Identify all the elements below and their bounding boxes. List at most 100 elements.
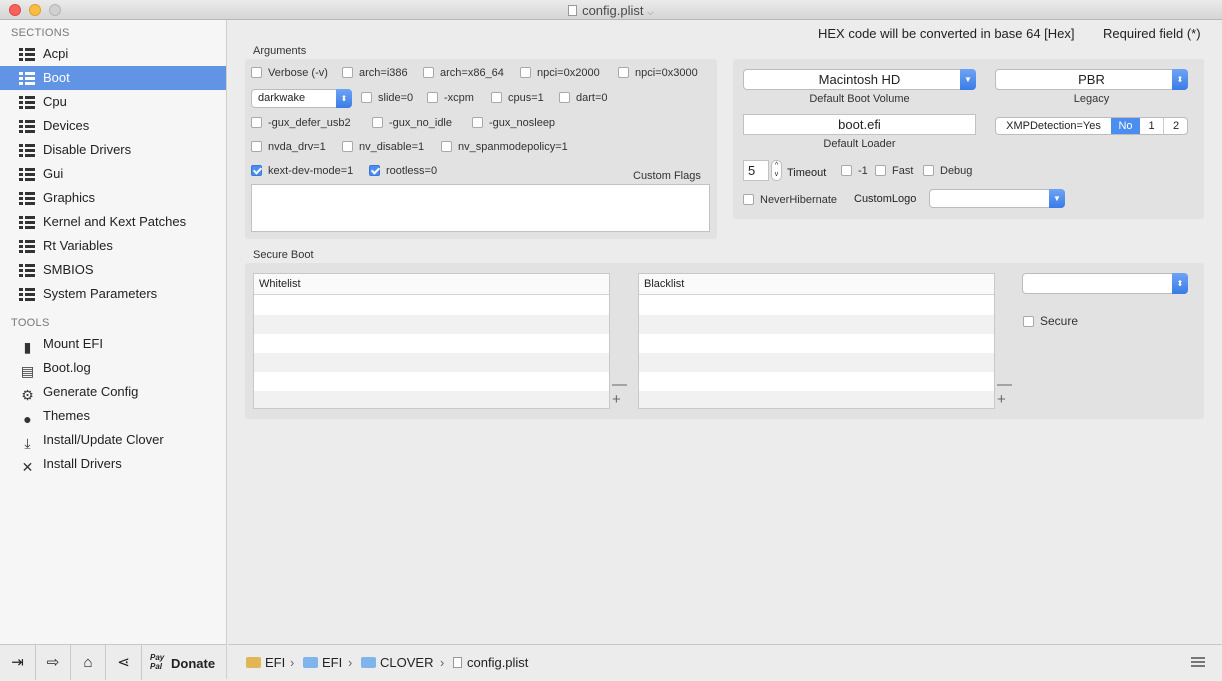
list-icon: [19, 144, 35, 157]
legacy-popup[interactable]: PBR ⬍: [995, 69, 1188, 90]
checkbox-arch-i386[interactable]: arch=i386: [342, 66, 408, 80]
whitelist-remove-button[interactable]: —: [612, 377, 627, 392]
checkbox-arch-x86-64[interactable]: arch=x86_64: [423, 66, 504, 80]
export-button[interactable]: ⇨: [36, 645, 71, 680]
xmp-option-no[interactable]: No: [1111, 118, 1140, 134]
tool-mount-efi[interactable]: ▮ Mount EFI: [0, 332, 226, 356]
blacklist-rows: [639, 296, 994, 408]
secure-boot-group: Whitelist — + Blacklist — + ⬍ Secure: [245, 263, 1204, 419]
export-icon: ⇨: [46, 654, 60, 671]
sidebar-item-acpi[interactable]: Acpi: [0, 42, 226, 66]
secure-boot-label: Secure Boot: [253, 249, 314, 261]
sidebar-item-disable-drivers[interactable]: Disable Drivers: [0, 138, 226, 162]
blacklist-table[interactable]: Blacklist: [638, 273, 995, 409]
custom-flags-label: Custom Flags: [633, 170, 701, 182]
blacklist-add-button[interactable]: +: [997, 392, 1006, 407]
donate-button[interactable]: Pay Pal Donate: [142, 645, 226, 680]
sidebar-item-boot[interactable]: Boot: [0, 66, 226, 90]
path-separator: ›: [440, 655, 445, 670]
chevron-down-icon[interactable]: ⌵: [647, 7, 654, 17]
checkbox-box-checked: [251, 165, 262, 176]
legacy-label: Legacy: [1073, 93, 1110, 105]
tool-generate-config[interactable]: ⚙ Generate Config: [0, 380, 226, 404]
path-crumb-efi-folder[interactable]: EFI: [303, 655, 342, 670]
home-icon: ⌂: [83, 654, 93, 671]
checkbox-gux-defer-usb2[interactable]: -gux_defer_usb2: [251, 116, 351, 130]
tool-themes[interactable]: ● Themes: [0, 404, 226, 428]
custom-logo-popup[interactable]: ▼: [929, 189, 1065, 208]
import-button[interactable]: ⇥: [0, 645, 36, 680]
list-icon: [19, 48, 35, 61]
tool-install-drivers[interactable]: ✕ Install Drivers: [0, 452, 226, 476]
timeout-stepper[interactable]: ^ v: [771, 160, 782, 181]
darkwake-popup[interactable]: darkwake ⬍: [251, 89, 352, 108]
checkbox-secure[interactable]: Secure: [1023, 314, 1078, 328]
secure-boot-policy-popup[interactable]: ⬍: [1022, 273, 1188, 294]
checkbox-verbose[interactable]: Verbose (-v): [251, 66, 328, 80]
sidebar-item-smbios[interactable]: SMBIOS: [0, 258, 226, 282]
sidebar-item-cpu[interactable]: Cpu: [0, 90, 226, 114]
sidebar-item-system-parameters[interactable]: System Parameters: [0, 282, 226, 306]
default-loader-input[interactable]: boot.efi: [743, 114, 976, 135]
window-title-text: config.plist: [582, 3, 644, 18]
checkbox-gux-nosleep[interactable]: -gux_nosleep: [472, 116, 555, 130]
checkbox-xcpm[interactable]: -xcpm: [427, 91, 474, 105]
checkbox-debug[interactable]: Debug: [923, 164, 972, 178]
xmp-option-2[interactable]: 2: [1164, 118, 1187, 134]
path-crumb-config[interactable]: config.plist: [453, 655, 528, 670]
share-icon: ⋖: [117, 654, 130, 671]
default-boot-volume-popup[interactable]: Macintosh HD ▼: [743, 69, 976, 90]
sidebar-item-devices[interactable]: Devices: [0, 114, 226, 138]
checkbox-box: [841, 165, 852, 176]
sidebar-item-rt-variables[interactable]: Rt Variables: [0, 234, 226, 258]
blacklist-header: Blacklist: [639, 274, 994, 295]
paypal-logo: Pay Pal: [150, 653, 165, 671]
arguments-group: Verbose (-v) arch=i386 arch=x86_64 npci=…: [245, 59, 717, 239]
custom-flags-input[interactable]: [251, 184, 710, 232]
checkbox-npci-0x2000[interactable]: npci=0x2000: [520, 66, 600, 80]
blacklist-remove-button[interactable]: —: [997, 377, 1012, 392]
checkbox-slide-0[interactable]: slide=0: [361, 91, 413, 105]
checkbox-fast[interactable]: Fast: [875, 164, 913, 178]
checkbox-cpus-1[interactable]: cpus=1: [491, 91, 544, 105]
checkbox-box: [491, 92, 502, 103]
sidebar-item-kernel-and-kext-patches[interactable]: Kernel and Kext Patches: [0, 210, 226, 234]
share-button[interactable]: ⋖: [106, 645, 142, 680]
xmp-detection-segmented: XMPDetection=Yes No 1 2: [995, 117, 1188, 135]
menu-icon[interactable]: [1191, 657, 1205, 667]
checkbox-box: [427, 92, 438, 103]
tool-boot-log[interactable]: ▤ Boot.log: [0, 356, 226, 380]
checkbox-box: [361, 92, 372, 103]
tool-install-update-clover[interactable]: ⤓ Install/Update Clover: [0, 428, 226, 452]
checkbox-box: [372, 117, 383, 128]
xmp-option-1[interactable]: 1: [1140, 118, 1164, 134]
updown-icon: ⬍: [1172, 69, 1188, 90]
checkbox-minus-1[interactable]: -1: [841, 164, 868, 178]
sidebar-item-graphics[interactable]: Graphics: [0, 186, 226, 210]
checkbox-nvda-drv[interactable]: nvda_drv=1: [251, 140, 326, 154]
checkbox-rootless[interactable]: rootless=0: [369, 164, 437, 178]
checkbox-box: [743, 194, 754, 205]
whitelist-add-button[interactable]: +: [612, 392, 621, 407]
checkbox-kext-dev-mode[interactable]: kext-dev-mode=1: [251, 164, 353, 178]
whitelist-table[interactable]: Whitelist: [253, 273, 610, 409]
checkbox-nv-disable[interactable]: nv_disable=1: [342, 140, 424, 154]
checkbox-npci-0x3000[interactable]: npci=0x3000: [618, 66, 698, 80]
checkbox-box: [251, 117, 262, 128]
checkbox-nv-spanmodepolicy[interactable]: nv_spanmodepolicy=1: [441, 140, 568, 154]
home-button[interactable]: ⌂: [71, 645, 106, 680]
path-crumb-efi-volume[interactable]: EFI: [246, 655, 285, 670]
checkbox-never-hibernate[interactable]: NeverHibernate: [743, 193, 837, 207]
checkbox-dart-0[interactable]: dart=0: [559, 91, 608, 105]
sidebar-item-gui[interactable]: Gui: [0, 162, 226, 186]
checkbox-gux-no-idle[interactable]: -gux_no_idle: [372, 116, 452, 130]
checkbox-box: [520, 67, 531, 78]
updown-icon: ⬍: [1172, 273, 1188, 294]
sections-header: SECTIONS: [11, 27, 70, 39]
timeout-input[interactable]: 5: [743, 160, 769, 181]
whitelist-rows: [254, 296, 609, 408]
path-crumb-clover[interactable]: CLOVER: [361, 655, 433, 670]
main-panel: HEX code will be converted in base 64 [H…: [228, 20, 1222, 644]
boot-options-group: Macintosh HD ▼ Default Boot Volume PBR ⬍ L…: [733, 59, 1204, 219]
window-title: config.plist ⌵: [0, 3, 1222, 18]
